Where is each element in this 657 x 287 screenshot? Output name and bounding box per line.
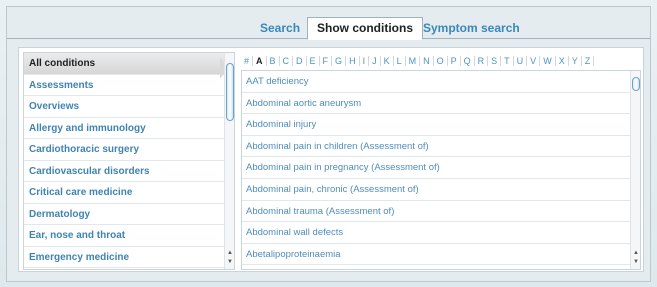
category-item-all-conditions[interactable]: All conditions (24, 53, 234, 75)
category-item-allergy-immunology[interactable]: Allergy and immunology (24, 118, 234, 139)
letter-w[interactable]: W (540, 56, 556, 66)
letter-b[interactable]: B (267, 56, 280, 66)
arrow-down-icon[interactable]: ▼ (226, 258, 234, 266)
condition-item[interactable]: Abetalipoproteinaemia (242, 244, 640, 266)
tab-search[interactable]: Search (254, 17, 306, 39)
letter-t[interactable]: T (501, 56, 514, 66)
category-list: All conditions Assessments Overviews All… (23, 52, 235, 270)
condition-item[interactable]: Abdominal aortic aneurysm (242, 93, 640, 115)
condition-item[interactable]: Abdominal wall defects (242, 222, 640, 244)
condition-item[interactable]: AAT deficiency (242, 71, 640, 93)
condition-list: AAT deficiency Abdominal aortic aneurysm… (241, 70, 641, 270)
category-item-overviews[interactable]: Overviews (24, 96, 234, 118)
letter-x[interactable]: X (556, 56, 569, 66)
letter-m[interactable]: M (406, 56, 421, 66)
arrow-down-icon[interactable]: ▼ (632, 258, 640, 266)
category-scrollbar[interactable]: ▲ ▼ (224, 53, 234, 269)
category-scroll-thumb[interactable] (226, 63, 234, 121)
condition-item[interactable]: Abdominal trauma (Assessment of) (242, 201, 640, 223)
letter-p[interactable]: P (448, 56, 461, 66)
condition-scroll-thumb[interactable] (632, 77, 640, 91)
letter-z[interactable]: Z (582, 56, 595, 66)
letter-j[interactable]: J (369, 56, 381, 66)
tab-show-conditions[interactable]: Show conditions (307, 17, 423, 40)
letter-d[interactable]: D (293, 56, 307, 66)
letter-s[interactable]: S (488, 56, 502, 66)
category-item-assessments[interactable]: Assessments (24, 75, 234, 96)
category-item-dermatology[interactable]: Dermatology (24, 204, 234, 225)
tab-bar: Search Show conditions Symptom search (7, 7, 650, 40)
letter-u[interactable]: U (514, 56, 528, 66)
arrow-up-icon[interactable]: ▲ (632, 249, 640, 257)
category-item-ear-nose-throat[interactable]: Ear, nose and throat (24, 225, 234, 247)
letter-g[interactable]: G (332, 56, 347, 66)
letter-f[interactable]: F (320, 56, 333, 66)
category-item-cardiothoracic-surgery[interactable]: Cardiothoracic surgery (24, 139, 234, 161)
condition-item[interactable]: Abdominal pain in children (Assessment o… (242, 136, 640, 158)
letter-a[interactable]: A (253, 56, 267, 66)
letter-l[interactable]: L (394, 56, 406, 66)
condition-scrollbar[interactable]: ▲ ▼ (630, 71, 640, 269)
condition-item[interactable]: Abdominal pain, chronic (Assessment of) (242, 179, 640, 201)
conditions-panel: All conditions Assessments Overviews All… (18, 47, 644, 272)
category-item-cardiovascular-disorders[interactable]: Cardiovascular disorders (24, 161, 234, 182)
app-frame: Search Show conditions Symptom search Al… (6, 6, 651, 282)
letter-hash[interactable]: # (241, 56, 254, 66)
alphabet-filter: # A B C D E F G H I J K L M N O P Q R S … (241, 52, 641, 70)
arrow-up-icon[interactable]: ▲ (226, 249, 234, 257)
letter-y[interactable]: Y (569, 56, 582, 66)
condition-item[interactable]: Abdominal pain in pregnancy (Assessment … (242, 157, 640, 179)
category-item-emergency-medicine[interactable]: Emergency medicine (24, 247, 234, 268)
letter-i[interactable]: I (360, 56, 370, 66)
letter-e[interactable]: E (307, 56, 320, 66)
category-item-critical-care-medicine[interactable]: Critical care medicine (24, 182, 234, 204)
letter-o[interactable]: O (434, 56, 448, 66)
letter-n[interactable]: N (420, 56, 434, 66)
tab-symptom-search[interactable]: Symptom search (417, 17, 526, 39)
letter-k[interactable]: K (381, 56, 394, 66)
letter-q[interactable]: Q (461, 56, 475, 66)
letter-v[interactable]: V (527, 56, 541, 66)
condition-item[interactable]: Abdominal injury (242, 114, 640, 136)
letter-h[interactable]: H (346, 56, 360, 66)
letter-r[interactable]: R (475, 56, 489, 66)
letter-c[interactable]: C (280, 56, 294, 66)
